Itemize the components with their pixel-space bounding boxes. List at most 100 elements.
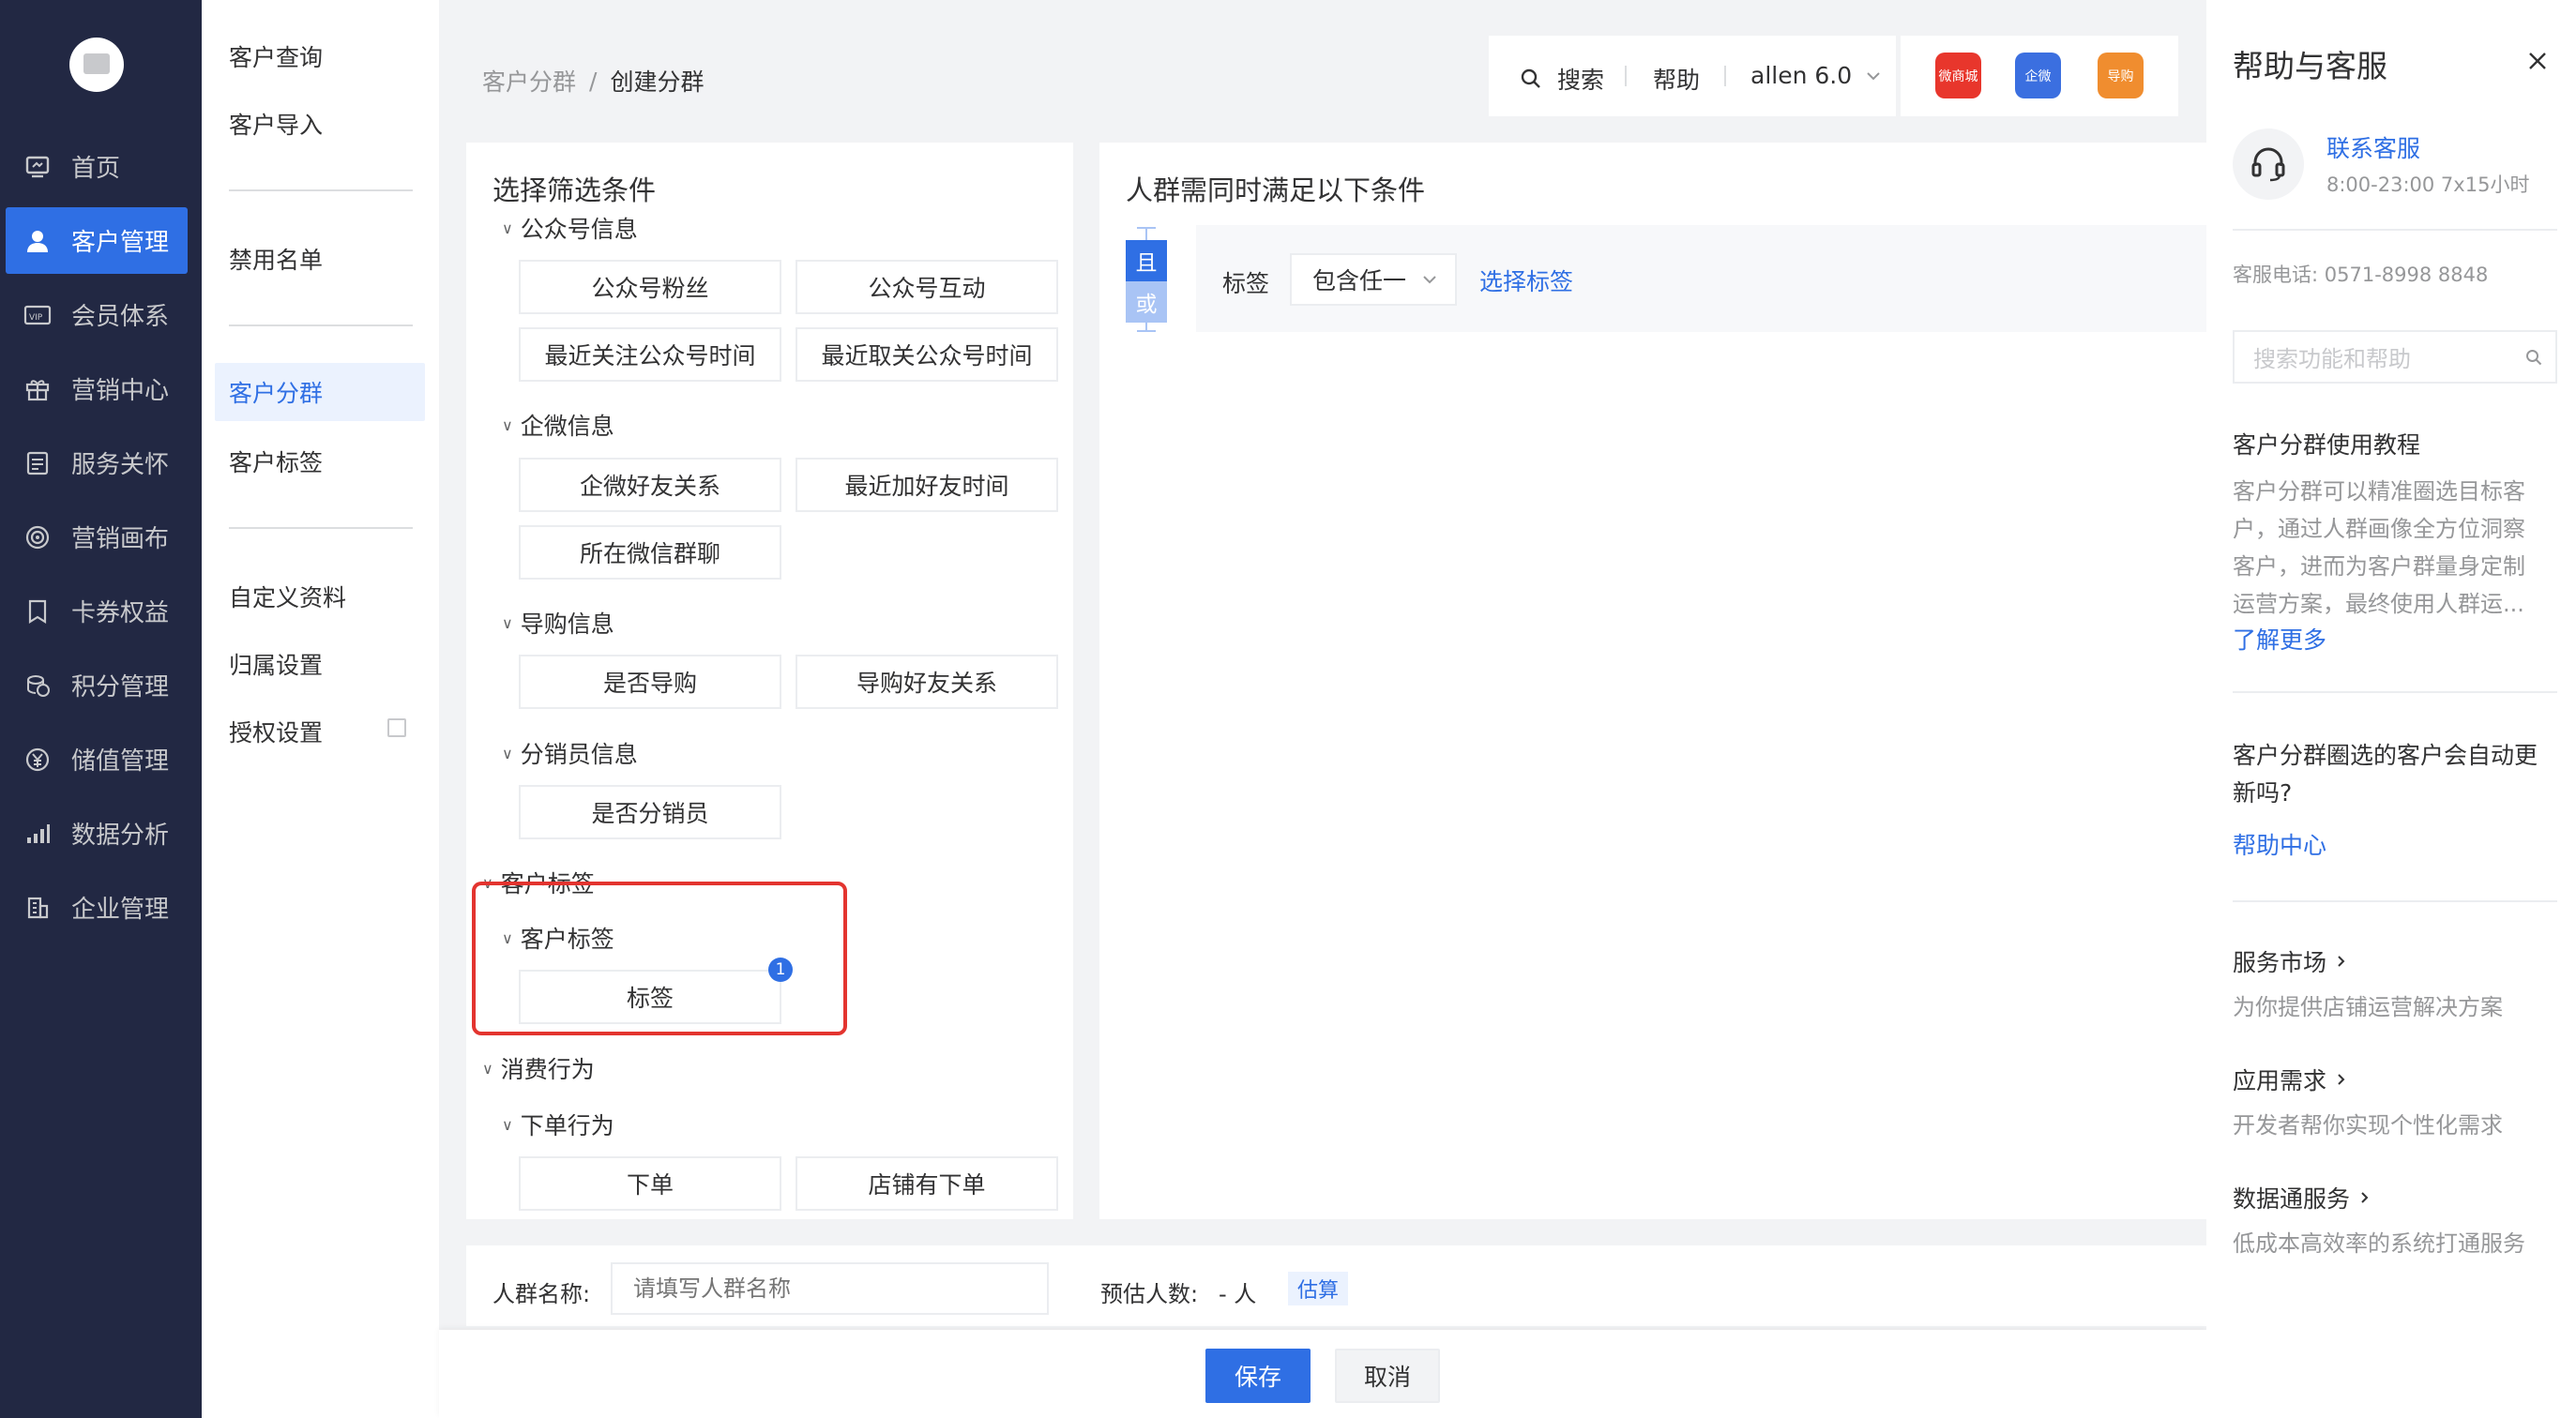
filter-button[interactable]: 最近关注公众号时间 (519, 327, 781, 382)
sidebar-item-label: 营销画布 (71, 525, 170, 553)
tutorial-description: 客户分群可以精准圈选目标客 户，通过人群画像全方位洞察 客户，进而为客户群量身定… (2233, 478, 2525, 617)
subnav-item-custom-profile[interactable]: 自定义资料 (229, 580, 346, 613)
category-consumption[interactable]: ∨ 消费行为 (482, 1051, 595, 1085)
help-button[interactable]: 帮助 (1653, 62, 1700, 96)
sidebar-item-stored-value[interactable]: 储值管理 (6, 726, 188, 792)
chevron-right-icon (2338, 956, 2345, 967)
group-order-behavior[interactable]: ∨ 下单行为 (502, 1108, 614, 1141)
group-official-account[interactable]: ∨ 公众号信息 (502, 211, 638, 245)
action-footer (439, 1330, 2206, 1418)
tutorial-title[interactable]: 客户分群使用教程 (2233, 427, 2420, 460)
subnav-item-authorization[interactable]: 授权设置 (229, 715, 323, 748)
breadcrumb-parent[interactable]: 客户分群 (482, 64, 576, 98)
chevron-down-icon: ∨ (482, 1059, 493, 1078)
sidebar-item-label: 营销中心 (71, 377, 170, 405)
logic-or-toggle[interactable]: 或 (1126, 281, 1167, 323)
logic-connector-cap (1137, 330, 1156, 332)
chevron-down-icon: ∨ (502, 1115, 513, 1134)
divider (2233, 229, 2557, 231)
save-button[interactable]: 保存 (1205, 1349, 1311, 1403)
sidebar-item-service[interactable]: 服务关怀 (6, 430, 188, 496)
estimate-button[interactable]: 估算 (1288, 1272, 1349, 1305)
operator-select[interactable]: 包含任一 (1290, 253, 1457, 306)
external-link-icon (387, 718, 406, 737)
data-service-link[interactable]: 数据通服务 (2233, 1181, 2371, 1214)
sidebar-item-canvas[interactable]: 营销画布 (6, 504, 188, 570)
subnav-item-segments[interactable]: 客户分群 (215, 363, 425, 421)
breadcrumb: 客户分群 / 创建分群 (482, 64, 704, 98)
service-market-link[interactable]: 服务市场 (2233, 944, 2347, 978)
contact-support-link[interactable]: 联系客服 (2326, 130, 2420, 164)
sidebar-item-coupons[interactable]: 卡券权益 (6, 578, 188, 644)
segment-name-input[interactable] (611, 1262, 1049, 1315)
filter-button[interactable]: 所在微信群聊 (519, 525, 781, 580)
gift-icon (23, 374, 53, 404)
sidebar-item-label: 服务关怀 (71, 451, 170, 479)
wecom-app-icon[interactable]: 企微 (2015, 53, 2061, 98)
sidebar-item-membership[interactable]: VIP 会员体系 (6, 281, 188, 348)
toolbar-divider (1625, 66, 1627, 86)
filter-button[interactable]: 最近加好友时间 (796, 458, 1058, 512)
filter-button[interactable]: 是否分销员 (519, 785, 781, 839)
sidebar-item-points[interactable]: 积分管理 (6, 652, 188, 718)
account-dropdown[interactable]: allen 6.0 (1750, 62, 1882, 89)
subnav-item-query[interactable]: 客户查询 (229, 39, 323, 73)
svg-text:VIP: VIP (29, 313, 43, 323)
filter-panel-title: 选择筛选条件 (492, 174, 657, 206)
guide-app-icon[interactable]: 导购 (2098, 53, 2144, 98)
sidebar-item-label: 会员体系 (71, 303, 170, 331)
group-distributor[interactable]: ∨ 分销员信息 (502, 736, 638, 770)
app-request-link[interactable]: 应用需求 (2233, 1063, 2347, 1096)
divider (2233, 900, 2557, 902)
sidebar-item-analytics[interactable]: 数据分析 (6, 800, 188, 867)
secondary-sidebar: 客户查询 客户导入 禁用名单 客户分群 客户标签 自定义资料 归属设置 授权设置 (202, 0, 439, 1418)
weimall-app-icon[interactable]: 微商城 (1935, 53, 1981, 98)
filter-button[interactable]: 公众号互动 (796, 260, 1058, 314)
search-button[interactable]: 搜索 (1520, 62, 1604, 96)
coupon-icon (23, 596, 53, 626)
sidebar-item-label: 数据分析 (71, 822, 170, 850)
logic-and-toggle[interactable]: 且 (1126, 240, 1167, 281)
subnav-item-blocklist[interactable]: 禁用名单 (229, 242, 323, 276)
chevron-right-icon (2338, 1074, 2345, 1085)
subnav-item-tags[interactable]: 客户标签 (229, 445, 323, 478)
building-icon (23, 893, 53, 923)
data-service-desc: 低成本高效率的系统打通服务 (2233, 1230, 2525, 1257)
group-guide[interactable]: ∨ 导购信息 (502, 606, 614, 640)
sidebar-item-customer[interactable]: 客户管理 (6, 207, 188, 274)
sidebar-item-enterprise[interactable]: 企业管理 (6, 874, 188, 941)
filter-button[interactable]: 下单 (519, 1156, 781, 1211)
cancel-button[interactable]: 取消 (1335, 1349, 1440, 1403)
sidebar-item-marketing[interactable]: 营销中心 (6, 355, 188, 422)
filter-button[interactable]: 公众号粉丝 (519, 260, 781, 314)
filter-button[interactable]: 导购好友关系 (796, 655, 1058, 709)
chevron-down-icon (1867, 71, 1880, 80)
sidebar-item-label: 企业管理 (71, 896, 170, 924)
target-icon (23, 522, 53, 552)
filter-button[interactable]: 店铺有下单 (796, 1156, 1058, 1211)
subnav-item-import[interactable]: 客户导入 (229, 107, 323, 141)
filter-button[interactable]: 企微好友关系 (519, 458, 781, 512)
help-center-link[interactable]: 帮助中心 (2233, 827, 2326, 861)
learn-more-link[interactable]: 了解更多 (2233, 622, 2326, 656)
subnav-item-ownership[interactable]: 归属设置 (229, 647, 323, 681)
main-sidebar: 首页 客户管理 VIP 会员体系 营销中心 服务关怀 营销画布 卡券权益 积分管… (0, 0, 202, 1418)
filter-button[interactable]: 最近取关公众号时间 (796, 327, 1058, 382)
chevron-down-icon (1423, 276, 1436, 284)
filter-button[interactable]: 是否导购 (519, 655, 781, 709)
select-tags-link[interactable]: 选择标签 (1479, 264, 1573, 297)
group-wecom[interactable]: ∨ 企微信息 (502, 408, 614, 442)
shop-logo[interactable] (69, 38, 124, 92)
estimate-value: - 人 (1219, 1281, 1257, 1307)
estimate-label: 预估人数: (1100, 1281, 1199, 1307)
store-icon (83, 53, 110, 74)
faq-question[interactable]: 客户分群圈选的客户会自动更 新吗? (2233, 737, 2552, 812)
close-icon[interactable] (2527, 51, 2548, 71)
subnav-divider (229, 324, 413, 326)
help-search-input[interactable]: 搜索功能和帮助 (2233, 330, 2557, 384)
sidebar-item-home[interactable]: 首页 (6, 133, 188, 200)
breadcrumb-current: 创建分群 (610, 68, 705, 96)
home-screen-icon (23, 152, 53, 182)
vip-card-icon: VIP (23, 300, 53, 330)
support-hours: 8:00-23:00 7x15小时 (2326, 173, 2530, 196)
